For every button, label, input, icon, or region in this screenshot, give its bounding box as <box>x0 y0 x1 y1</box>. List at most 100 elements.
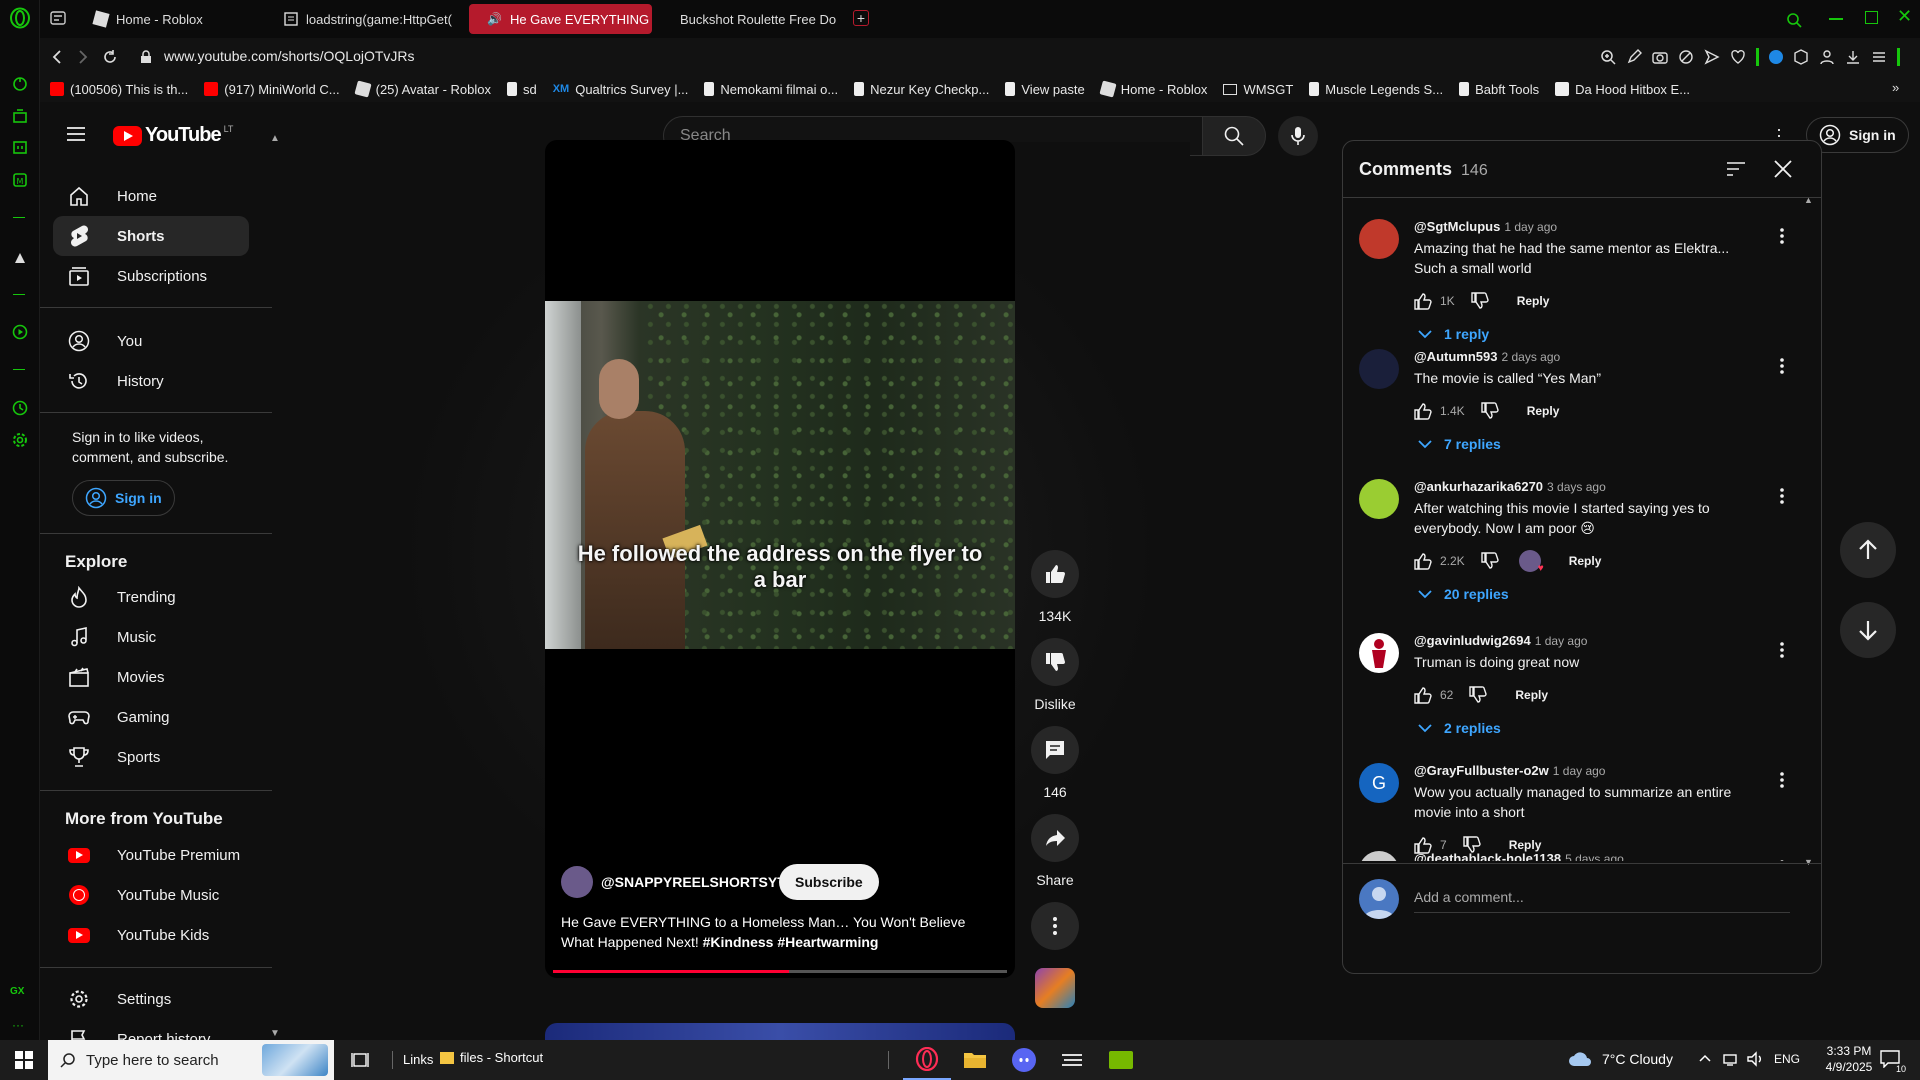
bookmark-item[interactable]: WMSGT <box>1223 82 1293 97</box>
bookmark-item[interactable]: Muscle Legends S... <box>1309 82 1443 97</box>
heart-icon[interactable] <box>1730 49 1746 65</box>
channel-name[interactable]: @SNAPPYREELSHORTSYT <box>601 874 786 890</box>
file-explorer-icon[interactable] <box>951 1040 999 1080</box>
lock-icon[interactable] <box>140 50 152 64</box>
comment-more-icon[interactable] <box>1779 859 1799 861</box>
windows-start-icon[interactable] <box>0 1040 48 1080</box>
gx-app-icon[interactable] <box>12 250 28 266</box>
cube-icon[interactable] <box>1793 49 1809 65</box>
comment-more-icon[interactable] <box>1779 641 1799 665</box>
like-comment-icon[interactable] <box>1414 402 1432 420</box>
guide-item-music-app[interactable]: YouTube Music <box>53 875 249 915</box>
dislike-comment-icon[interactable] <box>1480 552 1499 570</box>
comment-avatar[interactable] <box>1359 479 1399 519</box>
edit-icon[interactable] <box>1626 49 1642 65</box>
camera-icon[interactable] <box>1652 49 1668 65</box>
send-icon[interactable] <box>1704 49 1720 65</box>
close-window-button[interactable]: ✕ <box>1897 6 1912 27</box>
tab-menu-icon[interactable] <box>50 11 66 25</box>
progress-track[interactable] <box>553 970 1007 973</box>
like-comment-icon[interactable] <box>1414 292 1432 310</box>
discord-icon[interactable] <box>1000 1040 1048 1080</box>
bookmark-item[interactable]: Nemokami filmai o... <box>704 82 838 97</box>
channel-avatar[interactable] <box>561 866 593 898</box>
guide-item-kids[interactable]: YouTube Kids <box>53 915 249 955</box>
speaker-icon[interactable]: 🔊 <box>487 12 502 26</box>
language-indicator[interactable]: ENG <box>1774 1052 1800 1066</box>
taskbar-search-box[interactable]: Type here to search <box>48 1040 334 1080</box>
reply-button[interactable]: Reply <box>1527 404 1560 418</box>
more-bookmarks-icon[interactable]: » <box>1892 80 1899 95</box>
view-replies-button[interactable]: 7 replies <box>1418 436 1744 452</box>
comment-author[interactable]: @GrayFullbuster-o2w 1 day ago <box>1414 763 1744 778</box>
twitch-icon[interactable] <box>11 139 29 157</box>
clock[interactable]: 3:33 PM 4/9/2025 <box>1814 1043 1884 1075</box>
scroll-up-arrow[interactable]: ▲ <box>270 133 280 144</box>
gx-corner-icon[interactable] <box>11 107 29 125</box>
comment-more-icon[interactable] <box>1779 771 1799 795</box>
minimize-button[interactable] <box>1829 18 1843 20</box>
reload-icon[interactable] <box>102 49 118 65</box>
tab-youtube-short[interactable]: 🔊 He Gave EVERYTHING <box>469 4 652 34</box>
reply-button[interactable]: Reply <box>1509 838 1542 852</box>
scroll-up-arrow[interactable]: ▲ <box>1804 195 1813 205</box>
guide-item-music[interactable]: Music <box>53 617 249 657</box>
close-comments-icon[interactable] <box>1773 159 1793 179</box>
gx-mod-icon[interactable]: GX <box>10 986 24 997</box>
bookmark-item[interactable]: sd <box>506 82 537 97</box>
guide-item-report-history[interactable]: Report history <box>53 1019 249 1040</box>
opera-logo-icon[interactable] <box>9 7 31 29</box>
guide-item-gaming[interactable]: Gaming <box>53 697 249 737</box>
notification-center-icon[interactable]: 10 <box>1880 1050 1906 1074</box>
zoom-icon[interactable] <box>1600 49 1616 65</box>
comment-author[interactable]: @deathablack-hole1138 5 days ago <box>1414 851 1744 861</box>
like-comment-icon[interactable] <box>1414 686 1432 704</box>
guide-item-home[interactable]: Home <box>53 176 249 216</box>
scroll-down-arrow[interactable]: ▼ <box>270 1028 280 1039</box>
comment-author[interactable]: @Autumn593 2 days ago <box>1414 349 1744 364</box>
view-replies-button[interactable]: 1 reply <box>1418 326 1744 342</box>
more-dots-icon[interactable]: ··· <box>12 1018 24 1032</box>
new-tab-button[interactable]: + <box>853 10 869 26</box>
maximize-button[interactable] <box>1865 11 1878 24</box>
settings-gear-icon[interactable] <box>11 431 29 449</box>
subscribe-button[interactable]: Subscribe <box>779 864 879 900</box>
guide-item-movies[interactable]: Movies <box>53 657 249 697</box>
comment-avatar[interactable] <box>1359 633 1399 673</box>
sort-icon[interactable] <box>1726 161 1746 177</box>
adblock-icon[interactable] <box>1678 49 1694 65</box>
bookmark-item[interactable]: Home - Roblox <box>1099 80 1207 98</box>
reply-button[interactable]: Reply <box>1515 688 1548 702</box>
guide-item-sports[interactable]: Sports <box>53 737 249 777</box>
task-view-icon[interactable] <box>336 1040 384 1080</box>
bookmark-item[interactable]: Nezur Key Checkp... <box>854 82 989 97</box>
weather-widget[interactable]: 7°C Cloudy <box>1568 1050 1673 1068</box>
next-short-preview[interactable] <box>545 1023 1015 1040</box>
hashtags[interactable]: #Kindness #Heartwarming <box>703 934 879 950</box>
network-icon[interactable] <box>1722 1051 1738 1067</box>
guide-item-shorts[interactable]: Shorts <box>53 216 249 256</box>
dislike-comment-icon[interactable] <box>1470 292 1489 310</box>
view-replies-button[interactable]: 2 replies <box>1418 720 1744 736</box>
forward-icon[interactable] <box>76 49 90 65</box>
guide-item-premium[interactable]: YouTube Premium <box>53 835 249 875</box>
reply-button[interactable]: Reply <box>1517 294 1550 308</box>
back-icon[interactable] <box>50 49 64 65</box>
nvidia-icon[interactable] <box>1097 1040 1145 1080</box>
extension-blue-icon[interactable] <box>1769 50 1783 64</box>
guide-sign-in-button[interactable]: Sign in <box>72 480 175 516</box>
history-icon[interactable] <box>11 399 29 417</box>
bookmark-item[interactable]: Da Hood Hitbox E... <box>1555 82 1690 97</box>
profile-icon[interactable] <box>1819 49 1835 65</box>
tab-home-roblox[interactable]: Home - Roblox <box>84 4 264 34</box>
guide-item-subscriptions[interactable]: Subscriptions <box>53 256 249 296</box>
like-comment-icon[interactable] <box>1414 552 1432 570</box>
guide-item-settings[interactable]: Settings <box>53 979 249 1019</box>
comment-author[interactable]: @SgtMclupus 1 day ago <box>1414 219 1744 234</box>
comment-more-icon[interactable] <box>1779 487 1799 511</box>
comment-avatar[interactable] <box>1359 219 1399 259</box>
guide-item-you[interactable]: You <box>53 321 249 361</box>
comment-author[interactable]: @ankurhazarika6270 3 days ago <box>1414 479 1744 494</box>
bookmark-item[interactable]: Babft Tools <box>1459 82 1539 97</box>
comment-more-icon[interactable] <box>1779 227 1799 251</box>
